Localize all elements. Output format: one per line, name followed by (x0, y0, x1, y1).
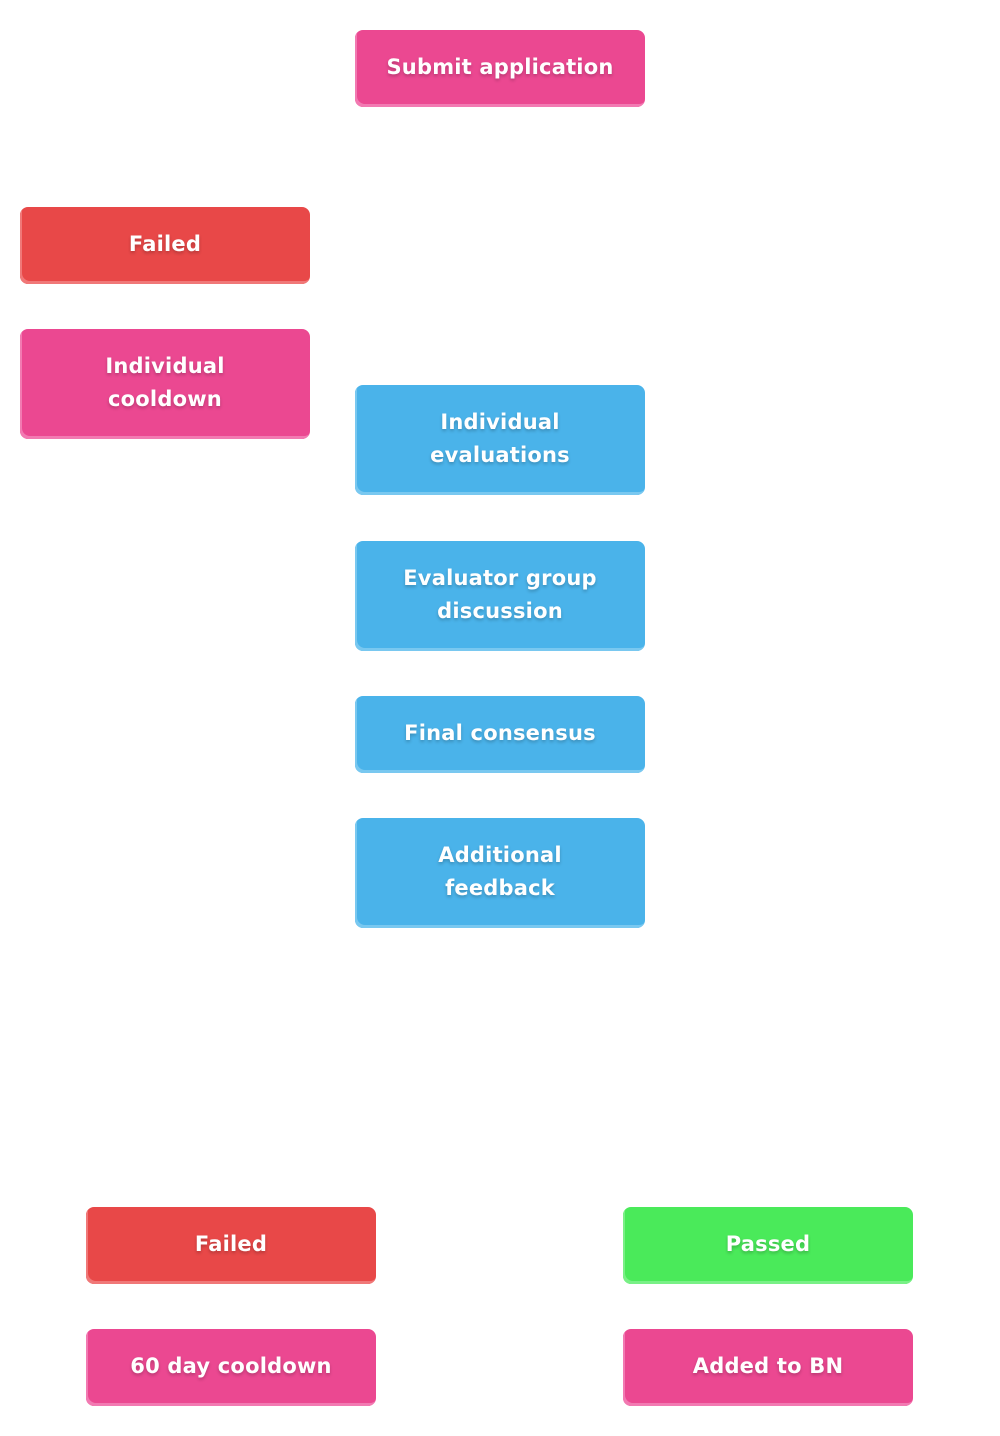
additional-feedback-label: Additional feedback (438, 842, 562, 900)
passed-label: Passed (725, 1231, 811, 1256)
evaluator-group-discussion-node[interactable]: Evaluator group discussion (355, 541, 645, 651)
submit-application-label: Submit application (386, 54, 614, 79)
failed-final-label: Failed (194, 1231, 268, 1256)
passed-node[interactable]: Passed (623, 1207, 913, 1284)
failed-initial-label: Failed (128, 231, 202, 256)
evaluator-group-discussion-label: Evaluator group discussion (403, 565, 597, 623)
final-consensus-node[interactable]: Final consensus (355, 696, 645, 773)
sixty-day-cooldown-node[interactable]: 60 day cooldown (86, 1329, 376, 1406)
individual-cooldown-label: Individual cooldown (105, 353, 225, 411)
individual-cooldown-node[interactable]: Individual cooldown (20, 329, 310, 439)
submit-application-node[interactable]: Submit application (355, 30, 645, 107)
failed-initial-node[interactable]: Failed (20, 207, 310, 284)
individual-evaluations-label: Individual evaluations (430, 409, 570, 467)
failed-final-node[interactable]: Failed (86, 1207, 376, 1284)
sixty-day-cooldown-label: 60 day cooldown (130, 1353, 332, 1378)
added-to-bn-label: Added to BN (692, 1353, 844, 1378)
additional-feedback-node[interactable]: Additional feedback (355, 818, 645, 928)
final-consensus-label: Final consensus (404, 720, 596, 745)
individual-evaluations-node[interactable]: Individual evaluations (355, 385, 645, 495)
added-to-bn-node[interactable]: Added to BN (623, 1329, 913, 1406)
